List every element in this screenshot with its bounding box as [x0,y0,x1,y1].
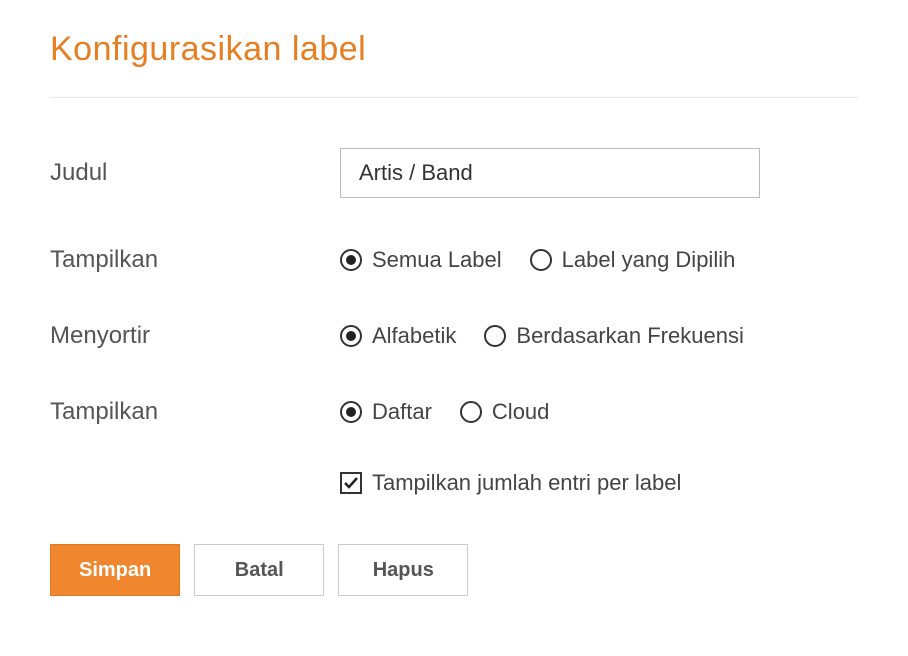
radio-label-cloud: Cloud [492,399,549,425]
row-menyortir: Menyortir Alfabetik Berdasarkan Frekuens… [50,322,858,350]
row-checkbox-count: Tampilkan jumlah entri per label [340,470,858,496]
label-tampilkan-2: Tampilkan [50,398,340,426]
judul-input[interactable] [340,148,760,198]
radio-icon [530,249,552,271]
radio-label-alfabetik: Alfabetik [372,323,456,349]
radio-alfabetik[interactable]: Alfabetik [340,323,456,349]
radio-icon [340,401,362,423]
checkbox-label-count: Tampilkan jumlah entri per label [372,470,681,496]
radio-semua-label[interactable]: Semua Label [340,247,502,273]
checkmark-icon [343,475,359,491]
radio-frekuensi[interactable]: Berdasarkan Frekuensi [484,323,743,349]
save-button[interactable]: Simpan [50,544,180,596]
label-menyortir: Menyortir [50,322,340,350]
row-judul: Judul [50,148,858,198]
radio-icon [340,249,362,271]
checkbox-show-count[interactable] [340,472,362,494]
radio-daftar[interactable]: Daftar [340,399,432,425]
delete-button[interactable]: Hapus [338,544,468,596]
page-title: Konfigurasikan label [50,30,858,98]
label-tampilkan-1: Tampilkan [50,246,340,274]
row-tampilkan-labels: Tampilkan Semua Label Label yang Dipilih [50,246,858,274]
radio-cloud[interactable]: Cloud [460,399,549,425]
cancel-button[interactable]: Batal [194,544,324,596]
radio-label-daftar: Daftar [372,399,432,425]
radio-label-semua: Semua Label [372,247,502,273]
radio-label-dipilih[interactable]: Label yang Dipilih [530,247,736,273]
radio-icon [460,401,482,423]
button-row: Simpan Batal Hapus [50,544,858,596]
radio-icon [340,325,362,347]
radio-label-dipilih-text: Label yang Dipilih [562,247,736,273]
radio-icon [484,325,506,347]
radio-label-frekuensi: Berdasarkan Frekuensi [516,323,743,349]
row-tampilkan-view: Tampilkan Daftar Cloud [50,398,858,426]
config-form-container: Konfigurasikan label Judul Tampilkan Sem… [0,0,908,626]
label-judul: Judul [50,159,340,187]
